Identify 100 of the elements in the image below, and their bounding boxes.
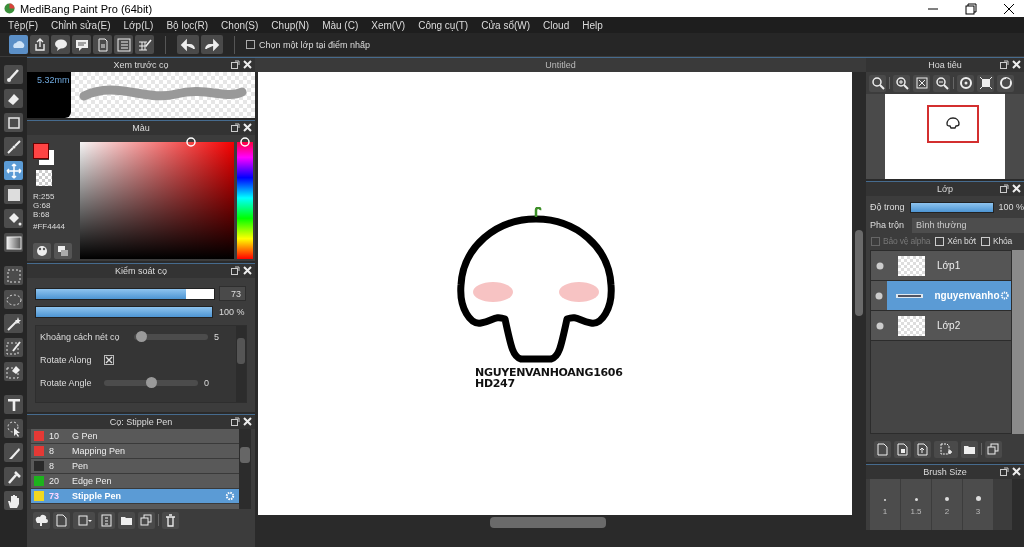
gear-icon[interactable] <box>999 290 1009 301</box>
gradient-tool-button[interactable] <box>4 233 23 252</box>
menu-item[interactable]: Lớp(L) <box>123 19 154 31</box>
slider-thumb[interactable] <box>135 331 147 342</box>
knife-tool-button[interactable] <box>4 443 23 462</box>
brush-list-item[interactable]: 20 Edge Pen <box>31 474 239 489</box>
copy-button[interactable] <box>138 511 155 529</box>
page-button[interactable] <box>53 511 70 529</box>
trash-button[interactable] <box>162 511 179 529</box>
background-color-swatch[interactable] <box>39 150 54 165</box>
slider-track[interactable] <box>35 306 213 318</box>
menu-item[interactable]: Chụp(N) <box>271 19 310 31</box>
layer-item[interactable]: Lớp1 <box>871 251 1011 281</box>
blend-mode-dropdown[interactable]: Bình thường <box>912 217 1024 233</box>
brush-list-item[interactable]: 10 G Pen <box>31 429 239 444</box>
close-icon[interactable] <box>1002 2 1016 15</box>
cursor-tool-button[interactable] <box>4 419 23 438</box>
upload-page-button[interactable] <box>914 440 931 458</box>
copy-button[interactable] <box>985 440 1002 458</box>
add-page-button[interactable] <box>73 511 95 529</box>
document-tab[interactable]: Untitled <box>545 60 576 70</box>
square-tool-button[interactable] <box>4 113 23 132</box>
undock-icon[interactable] <box>231 417 240 426</box>
list-button[interactable] <box>114 35 133 54</box>
undock-icon[interactable] <box>1000 184 1009 193</box>
undo-button[interactable] <box>177 35 199 54</box>
zoom-button[interactable] <box>869 74 886 92</box>
checkbox[interactable] <box>246 40 255 49</box>
visibility-dot-icon[interactable] <box>876 261 884 270</box>
undock-icon[interactable] <box>231 60 240 69</box>
undock-icon[interactable] <box>1000 467 1009 476</box>
slider-track[interactable] <box>909 201 995 213</box>
edit-button[interactable] <box>135 35 154 54</box>
brush-size-cell[interactable]: 3 <box>963 479 993 530</box>
scrollbar[interactable] <box>239 429 251 509</box>
picker-handle-icon[interactable] <box>186 137 196 147</box>
balloon-button[interactable] <box>51 35 70 54</box>
menu-item[interactable]: Cloud <box>543 19 570 31</box>
undock-icon[interactable] <box>1000 60 1009 69</box>
folder-button[interactable] <box>118 511 135 529</box>
canvas-page[interactable]: NGUYENVANHOANG1606 HD247 <box>258 72 852 515</box>
restore-icon[interactable] <box>964 2 978 15</box>
fit-button[interactable] <box>913 74 930 92</box>
page-button[interactable] <box>874 440 891 458</box>
slider-thumb[interactable] <box>145 377 157 388</box>
zoom-in-button[interactable] <box>893 74 910 92</box>
folder-button[interactable] <box>961 440 978 458</box>
scrollbar[interactable] <box>1012 250 1024 434</box>
navigator-preview[interactable] <box>885 94 1005 179</box>
view-frame[interactable] <box>927 105 979 143</box>
menu-item[interactable]: Help <box>582 19 603 31</box>
brush-list-item[interactable]: 8 Pen <box>31 459 239 474</box>
zoom-out-button[interactable] <box>933 74 950 92</box>
undock-icon[interactable] <box>231 266 240 275</box>
square-tool-button[interactable] <box>4 185 23 204</box>
color-picker-area[interactable] <box>80 137 234 259</box>
brush-size-cell[interactable]: 2 <box>932 479 962 530</box>
hand-tool-button[interactable] <box>4 491 23 510</box>
cloud-download-button[interactable] <box>33 511 50 529</box>
rotate-right-button[interactable] <box>997 74 1014 92</box>
redo-button[interactable] <box>201 35 223 54</box>
menu-item[interactable]: Tệp(F) <box>8 19 38 31</box>
rotate-left-button[interactable] <box>957 74 974 92</box>
text-tool-button[interactable] <box>4 395 23 414</box>
share-button[interactable] <box>30 35 49 54</box>
selection-tool-button[interactable] <box>4 266 23 285</box>
selection-pen-tool-button[interactable] <box>4 338 23 357</box>
brush-size-cell[interactable]: 1 <box>870 479 900 530</box>
magic-wand-tool-button[interactable] <box>4 314 23 333</box>
gear-icon[interactable] <box>225 491 235 501</box>
bucket-tool-button[interactable] <box>4 209 23 228</box>
layer-item[interactable]: Lớp2 <box>871 311 1011 341</box>
menu-item[interactable]: Chọn(S) <box>221 19 259 31</box>
color-history-button[interactable] <box>54 243 72 259</box>
selection-eraser-tool-button[interactable] <box>4 362 23 381</box>
brush-size-cell[interactable]: 1.5 <box>901 479 931 530</box>
brush-stroke-tool-button[interactable] <box>4 137 23 156</box>
menu-item[interactable]: Chỉnh sửa(E) <box>51 19 111 31</box>
menu-item[interactable]: Bộ lọc(R) <box>166 19 209 31</box>
size-value-field[interactable]: 73 <box>219 286 246 301</box>
menu-item[interactable]: Xem(V) <box>371 19 406 31</box>
brush-list-item[interactable]: 8 Mapping Pen <box>31 444 239 459</box>
visibility-dot-icon[interactable] <box>876 321 884 330</box>
undock-icon[interactable] <box>231 123 240 132</box>
fullscreen-button[interactable] <box>977 74 994 92</box>
slider-track[interactable] <box>104 380 198 386</box>
page-button[interactable] <box>93 35 112 54</box>
script-button[interactable] <box>98 511 115 529</box>
checkbox[interactable] <box>104 355 114 365</box>
transparent-color-swatch[interactable] <box>36 170 52 186</box>
eraser-tool-button[interactable] <box>4 89 23 108</box>
visibility-dot-icon[interactable] <box>874 291 883 300</box>
foreground-color-swatch[interactable] <box>33 143 49 159</box>
menu-item[interactable]: Cửa sổ(W) <box>481 19 531 31</box>
add-layer-button[interactable] <box>934 440 958 458</box>
menu-item[interactable]: Màu (C) <box>322 19 359 31</box>
copy-page-button[interactable] <box>894 440 911 458</box>
lasso-tool-button[interactable] <box>4 290 23 309</box>
comment-button[interactable] <box>72 35 91 54</box>
move-tool-button[interactable] <box>4 161 23 180</box>
